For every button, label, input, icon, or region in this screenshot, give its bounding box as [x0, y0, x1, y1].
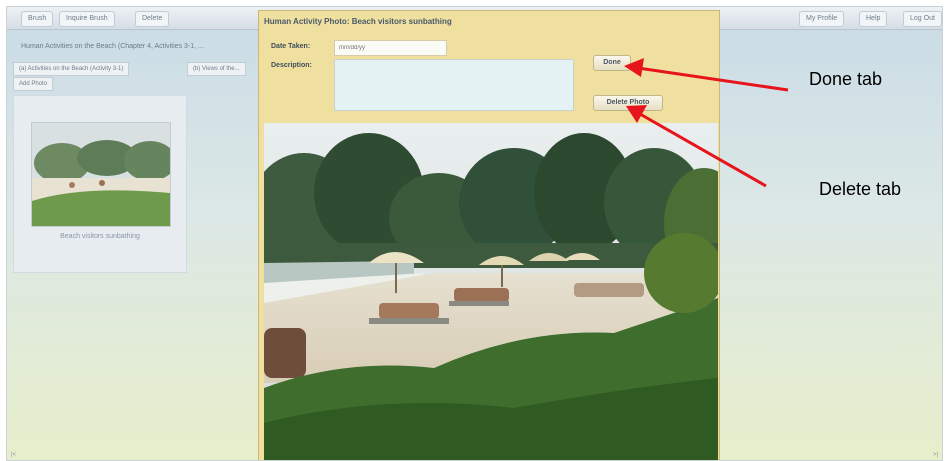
delete-tab-annotation: Delete tab [819, 179, 902, 199]
annotation-arrows [624, 58, 789, 188]
done-tab-annotation: Done tab [809, 69, 883, 89]
